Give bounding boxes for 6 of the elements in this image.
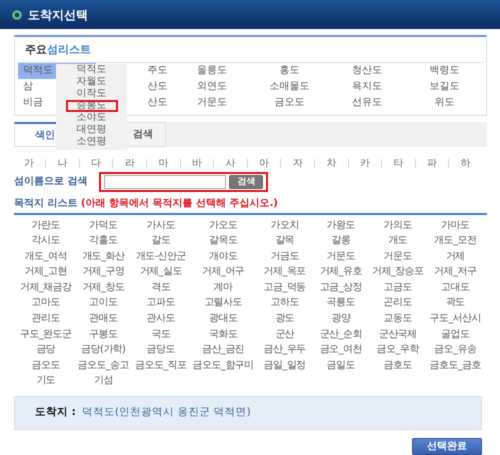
destination-label: 도착지 : [35,405,76,420]
destination-value: 덕적도(인천광역시 옹진군 덕적면) [82,405,251,420]
list-heading: 목적지 리스트 (아래 항목에서 목적지를 선택해 주십시오.) [14,196,487,214]
window-title: 도착지선택 [28,6,88,24]
section-heading: 주요섬리스트 [18,37,483,62]
search-label: 섬이름으로 검색 [14,175,88,189]
